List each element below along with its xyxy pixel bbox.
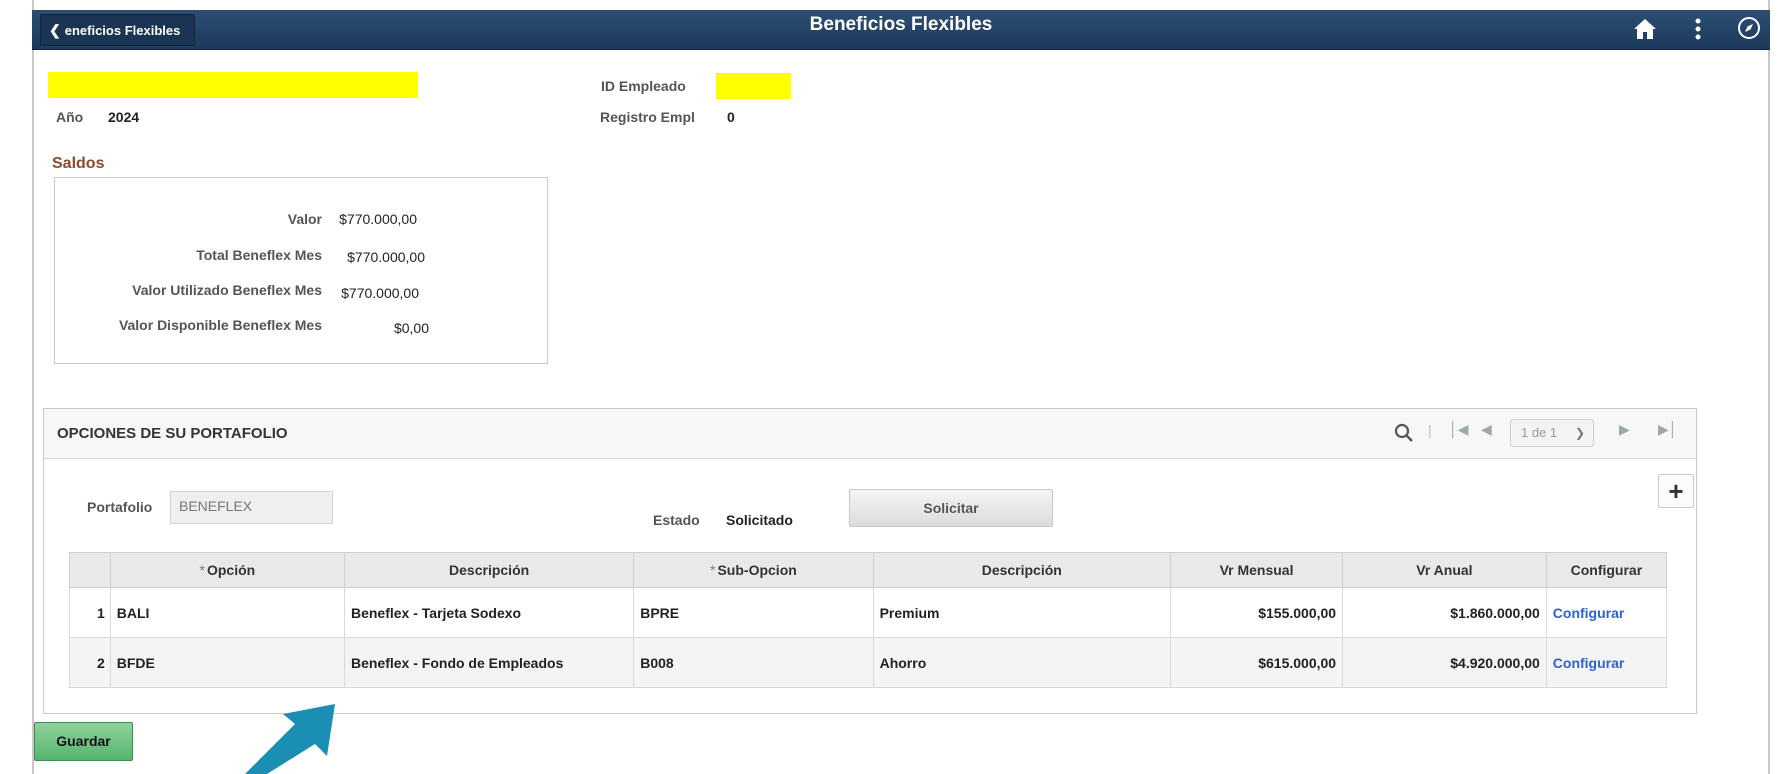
estado-value: Solicitado [726, 512, 793, 528]
descripcion-cell: Beneflex - Fondo de Empleados [343, 637, 635, 688]
redacted-employee-name [48, 72, 418, 98]
redacted-employee-id [716, 73, 791, 99]
saldo-value: $770.000,00 [341, 285, 419, 301]
saldos-title: Saldos [52, 155, 105, 172]
column-header: * Opción [109, 552, 345, 588]
page-select-value: 1 de 1 [1521, 425, 1558, 440]
configurar-link[interactable]: Configurar [1553, 605, 1625, 621]
column-header: Descripción [343, 552, 635, 588]
search-icon[interactable] [1394, 423, 1414, 443]
table-row: 2 BFDE Beneflex - Fondo de Empleados B00… [69, 637, 1668, 688]
home-icon[interactable] [1632, 16, 1658, 42]
vr-anual-cell: $4.920.000,00 [1342, 637, 1547, 688]
saldo-value: $770.000,00 [339, 211, 417, 227]
column-header-label: Sub-Opcion [717, 562, 797, 578]
row-number: 2 [69, 637, 111, 688]
table-header-row: * Opción Descripción * Sub-Opcion Descripc… [69, 552, 1668, 588]
saldo-value: $0,00 [393, 320, 429, 336]
solicitar-button[interactable]: Solicitar [849, 489, 1053, 527]
add-row-button[interactable]: + [1658, 474, 1694, 508]
anio-label: Año [56, 109, 84, 125]
first-page-icon[interactable]: │◀ [1449, 421, 1469, 438]
frame-left-edge [32, 0, 34, 774]
guardar-button[interactable]: Guardar [34, 722, 133, 761]
column-header-label: Opción [206, 562, 256, 578]
column-header: Configurar [1545, 552, 1668, 588]
saldos-box: Valor $770.000,00 Total Beneflex Mes $77… [54, 177, 548, 364]
page-title: Beneficios Flexibles [809, 14, 993, 35]
sub-opcion-cell: B008 [633, 637, 874, 688]
column-header: Vr Anual [1342, 552, 1547, 588]
plus-icon: + [1668, 476, 1684, 506]
saldo-label: Valor Disponible Beneflex Mes [118, 317, 322, 333]
column-header: Descripción [872, 552, 1171, 588]
vr-anual-cell: $1.860.000,00 [1342, 587, 1547, 638]
annotation-arrow [245, 704, 335, 774]
portfolio-panel: OPCIONES DE SU PORTAFOLIO | │◀ ◀ 1 de 1 ❯… [43, 408, 1697, 714]
portafolio-label: Portafolio [87, 499, 153, 515]
portfolio-title: OPCIONES DE SU PORTAFOLIO [57, 425, 288, 442]
sub-descripcion-cell: Premium [872, 587, 1171, 638]
kebab-menu-icon[interactable] [1692, 16, 1704, 42]
last-page-icon[interactable]: ▶│ [1658, 421, 1678, 438]
column-header: * Sub-Opcion [633, 552, 874, 588]
portfolio-panel-header: OPCIONES DE SU PORTAFOLIO | │◀ ◀ 1 de 1 ❯… [44, 409, 1696, 459]
options-table: * Opción Descripción * Sub-Opcion Descripc… [69, 552, 1668, 688]
configurar-cell: Configurar [1545, 587, 1668, 638]
required-mark: * [199, 562, 205, 578]
column-header: Vr Mensual [1169, 552, 1344, 588]
required-mark: * [710, 562, 716, 578]
previous-page-icon[interactable]: ◀ [1481, 421, 1492, 438]
sub-descripcion-cell: Ahorro [872, 637, 1171, 688]
page-header: ❮ eneficios Flexibles Beneficios Flexible… [32, 10, 1770, 50]
table-row: 1 BALI Beneflex - Tarjeta Sodexo BPRE Pr… [69, 587, 1668, 638]
page-select[interactable]: 1 de 1 ❯ [1510, 419, 1594, 447]
registro-empl-value: 0 [727, 109, 735, 125]
id-empleado-label: ID Empleado [601, 78, 686, 94]
anio-value: 2024 [108, 109, 140, 125]
vr-mensual-cell: $615.000,00 [1169, 637, 1344, 688]
column-header [69, 552, 111, 588]
next-page-icon[interactable]: ▶ [1619, 421, 1630, 438]
chevron-down-icon: ❯ [1574, 426, 1585, 440]
pager-separator: | [1428, 422, 1432, 438]
page-frame: ❮ eneficios Flexibles Beneficios Flexible… [0, 0, 1783, 774]
navbar-icon[interactable] [1737, 16, 1761, 40]
sub-opcion-cell: BPRE [633, 587, 874, 638]
vr-mensual-cell: $155.000,00 [1169, 587, 1344, 638]
row-number: 1 [69, 587, 111, 638]
estado-label: Estado [653, 512, 700, 528]
configurar-cell: Configurar [1545, 637, 1668, 688]
configurar-link[interactable]: Configurar [1553, 655, 1625, 671]
portafolio-field[interactable]: BENEFLEX [170, 491, 333, 524]
descripcion-cell: Beneflex - Tarjeta Sodexo [343, 587, 635, 638]
saldo-value: $770.000,00 [347, 249, 425, 265]
registro-empl-label: Registro Empl [600, 109, 695, 125]
frame-right-edge [1768, 0, 1770, 774]
opcion-cell: BFDE [109, 637, 345, 688]
opcion-cell: BALI [109, 587, 345, 638]
